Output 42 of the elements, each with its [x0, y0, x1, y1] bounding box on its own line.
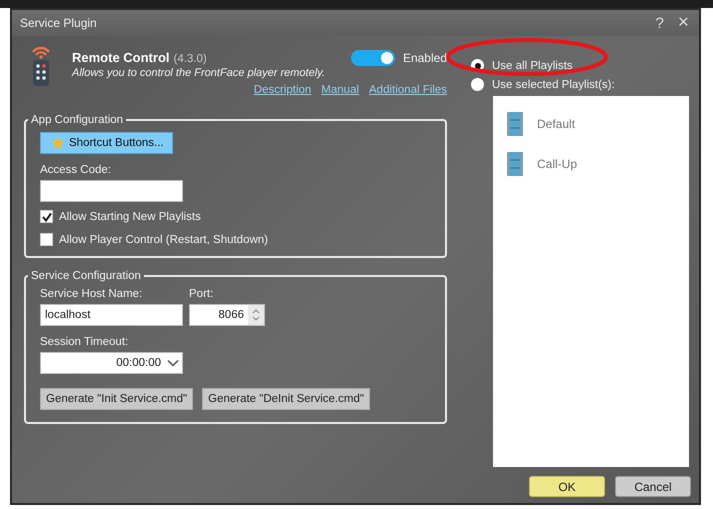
- field-label: Session Timeout:: [40, 336, 130, 348]
- radio-label: Use all Playlists: [492, 60, 573, 72]
- host-name-field[interactable]: localhost: [40, 304, 183, 326]
- playlist-item[interactable]: Call-Up: [493, 144, 689, 184]
- remote-control-icon: [30, 44, 52, 86]
- check-icon: [42, 212, 52, 222]
- help-button[interactable]: ?: [652, 12, 668, 34]
- link[interactable]: Manual: [321, 84, 360, 96]
- ok-button[interactable]: OK: [529, 476, 605, 497]
- close-button[interactable]: ×: [674, 12, 693, 34]
- shortcut-button[interactable]: Shortcut Buttons...: [40, 132, 173, 154]
- port-spinner[interactable]: 8066: [189, 304, 265, 326]
- toggle-switch[interactable]: [350, 50, 395, 66]
- playlist-item[interactable]: Default: [493, 104, 689, 144]
- checkbox[interactable]: [40, 210, 53, 223]
- plugin-version: (4.3.0): [174, 53, 207, 65]
- film-strip-icon: [507, 112, 523, 136]
- film-strip-icon: [507, 152, 523, 176]
- window-title: Service Plugin: [20, 16, 97, 30]
- timeout-dropdown[interactable]: 00:00:00: [40, 352, 183, 374]
- group-title: Service Configuration: [30, 270, 142, 282]
- link[interactable]: Description: [254, 84, 312, 96]
- checkbox-label: Allow Starting New Playlists: [59, 210, 201, 222]
- generate-button[interactable]: Generate "DeInit Service.cmd": [202, 388, 370, 410]
- group-title: App Configuration: [30, 114, 124, 126]
- field-label: Port:: [189, 288, 214, 300]
- link[interactable]: Additional Files: [369, 84, 447, 96]
- radio-button[interactable]: [471, 78, 484, 91]
- plugin-description: Allows you to control the FrontFace player remotely.: [72, 67, 325, 79]
- cancel-button[interactable]: Cancel: [615, 476, 691, 497]
- field-label: Service Host Name:: [40, 288, 144, 300]
- radio-label: Use selected Playlist(s):: [492, 78, 615, 90]
- plugin-name: Remote Control: [72, 50, 170, 65]
- star-icon: [51, 136, 65, 150]
- spin-arrows-icon: [248, 305, 264, 325]
- checkbox[interactable]: [40, 233, 53, 246]
- field-label: Access Code:: [40, 164, 112, 176]
- toggle-label: Enabled: [402, 51, 447, 65]
- generate-button[interactable]: Generate "Init Service.cmd": [40, 388, 194, 410]
- access-code-field[interactable]: [40, 180, 183, 202]
- checkbox-label: Allow Player Control (Restart, Shutdown): [59, 234, 268, 246]
- chevron-down-icon: [167, 359, 179, 367]
